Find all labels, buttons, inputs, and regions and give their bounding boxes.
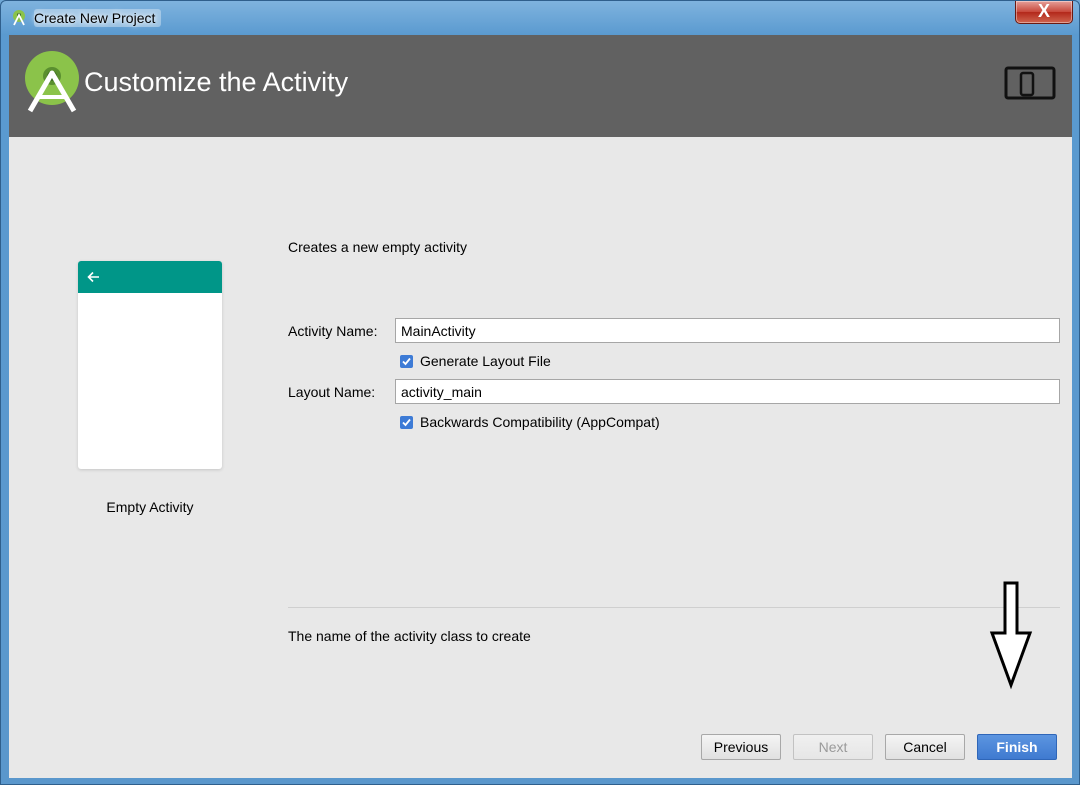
generate-layout-checkbox-row[interactable]: Generate Layout File xyxy=(400,353,551,369)
layout-name-label: Layout Name: xyxy=(288,384,376,400)
layout-name-input[interactable] xyxy=(395,379,1060,404)
divider xyxy=(288,607,1060,608)
field-hint: The name of the activity class to create xyxy=(288,628,531,644)
dialog-content: Customize the Activity Empty Activity Cr… xyxy=(9,35,1072,778)
generate-layout-checkbox[interactable] xyxy=(400,354,413,368)
check-icon xyxy=(402,418,411,426)
backwards-compat-checkbox-row[interactable]: Backwards Compatibility (AppCompat) xyxy=(400,414,660,430)
wizard-header: Customize the Activity xyxy=(9,35,1072,137)
backwards-compat-label: Backwards Compatibility (AppCompat) xyxy=(420,414,660,430)
activity-description: Creates a new empty activity xyxy=(288,239,467,255)
tablet-phone-icon[interactable] xyxy=(1004,66,1056,102)
finish-button[interactable]: Finish xyxy=(977,734,1057,760)
next-button[interactable]: Next xyxy=(793,734,873,760)
page-title: Customize the Activity xyxy=(84,67,349,97)
close-icon: X xyxy=(1037,1,1050,21)
close-button[interactable]: X xyxy=(1015,1,1073,24)
down-arrow-annotation-icon xyxy=(989,581,1033,690)
generate-layout-label: Generate Layout File xyxy=(420,353,551,369)
window-title: Create New Project xyxy=(34,9,162,27)
activity-name-label: Activity Name: xyxy=(288,323,378,339)
android-studio-logo-icon xyxy=(25,51,79,113)
preview-caption: Empty Activity xyxy=(106,499,194,515)
check-icon xyxy=(402,357,411,365)
preview-app-bar xyxy=(78,261,222,293)
back-arrow-icon xyxy=(87,271,99,283)
cancel-button[interactable]: Cancel xyxy=(885,734,965,760)
android-studio-icon xyxy=(13,10,25,26)
activity-preview-card xyxy=(78,261,222,469)
previous-button[interactable]: Previous xyxy=(701,734,781,760)
title-bar[interactable]: Create New Project X xyxy=(1,1,1079,35)
dialog-window: Create New Project X Customize the Activ… xyxy=(0,0,1080,785)
backwards-compat-checkbox[interactable] xyxy=(400,415,413,429)
activity-name-input[interactable] xyxy=(395,318,1060,343)
